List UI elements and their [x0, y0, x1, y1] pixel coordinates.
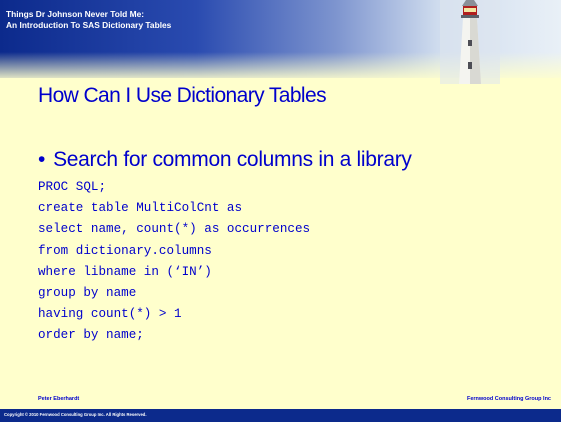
footer-author: Peter Eberhardt [38, 396, 80, 402]
lighthouse-image [440, 0, 500, 84]
code-line: PROC SQL; [38, 180, 107, 194]
presentation-title: Things Dr Johnson Never Told Me: An Intr… [6, 9, 171, 30]
code-block: PROC SQL; create table MultiColCnt as se… [38, 177, 310, 347]
bullet-marker: • [38, 148, 46, 171]
bullet-item: • Search for common columns in a library [38, 148, 412, 172]
code-line: select name, count(*) as occurrences [38, 222, 311, 237]
code-line: group by name [38, 285, 137, 300]
slide: Things Dr Johnson Never Told Me: An Intr… [0, 0, 561, 422]
code-line: create table MultiColCnt as [38, 201, 243, 216]
copyright-text: Copyright © 2010 Fernwood Consulting Gro… [4, 412, 147, 417]
slide-title: How Can I Use Dictionary Tables [38, 84, 327, 107]
code-line: where libname in (‘IN’) [38, 264, 212, 279]
copyright-bar: Copyright © 2010 Fernwood Consulting Gro… [0, 409, 561, 422]
bullet-text: Search for common columns in a library [53, 148, 412, 171]
footer-company: Fernwood Consulting Group Inc [466, 396, 551, 402]
presentation-title-line2: An Introduction To SAS Dictionary Tables [6, 19, 172, 30]
code-line: having count(*) > 1 [38, 307, 182, 322]
code-line: from dictionary.columns [38, 243, 212, 258]
presentation-title-line1: Things Dr Johnson Never Told Me: [6, 9, 145, 19]
code-line: order by name; [38, 328, 144, 343]
